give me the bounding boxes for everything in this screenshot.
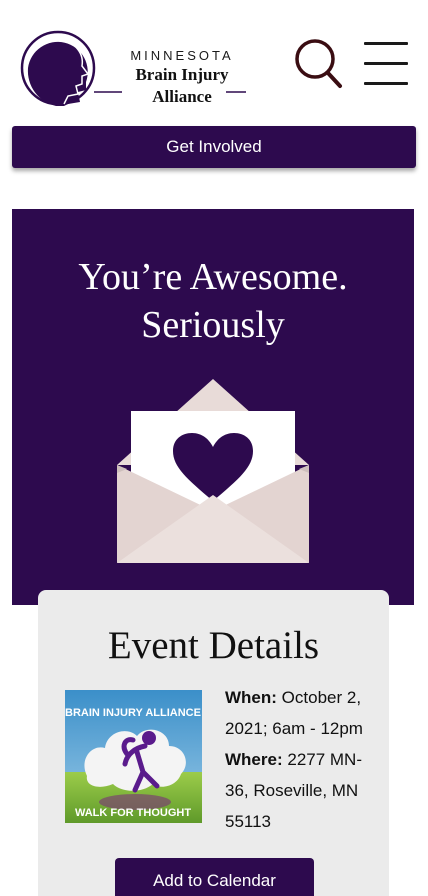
search-button[interactable] [294, 38, 344, 90]
where-label: Where: [225, 750, 283, 769]
envelope-heart-icon [117, 379, 309, 563]
hero-title: You’re Awesome. Seriously [12, 253, 414, 349]
logo-line-brain-injury: Brain Injury [135, 65, 229, 84]
logo-line-minnesota: MINNESOTA [130, 48, 234, 63]
hamburger-menu-icon[interactable] [362, 40, 410, 88]
event-info: When: October 2, 2021; 6am - 12pm Where:… [225, 682, 385, 837]
logo-text-bottom: WALK FOR THOUGHT [75, 807, 191, 819]
logo-line-alliance: Alliance [152, 87, 212, 106]
site-logo[interactable]: MINNESOTA Brain Injury Alliance [18, 30, 248, 108]
when-label: When: [225, 688, 277, 707]
logo-text-top: BRAIN INJURY ALLIANCE [65, 707, 201, 719]
site-header: MINNESOTA Brain Injury Alliance [0, 0, 428, 118]
event-details-card: Event Details BRAIN INJURY ALLIANCE WALK… [38, 590, 389, 896]
hero-title-line2: Seriously [141, 304, 285, 346]
hero-banner: You’re Awesome. Seriously [12, 209, 414, 605]
search-icon [295, 39, 342, 88]
add-to-calendar-button[interactable]: Add to Calendar [115, 858, 314, 896]
get-involved-button[interactable]: Get Involved [12, 126, 416, 168]
hero-title-line1: You’re Awesome. [78, 256, 348, 298]
walk-for-thought-logo: BRAIN INJURY ALLIANCE WALK FOR THOUGHT [65, 690, 202, 823]
logo-text: MINNESOTA Brain Injury Alliance [122, 48, 242, 108]
event-title: Event Details [107, 624, 320, 667]
